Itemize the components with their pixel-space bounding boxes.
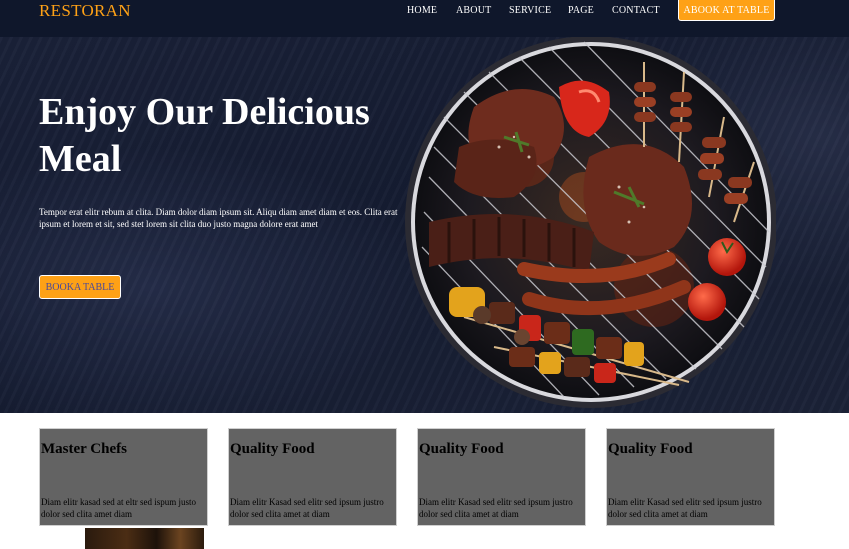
nav-link-contact[interactable]: CONTACT [612,5,660,16]
service-card-text: Diam elitr kasad sed at eltr sed ispum j… [41,497,196,519]
service-card-text: Diam elitr Kasad sed elitr sed ipsum jus… [608,497,762,519]
about-image-partial [85,526,204,549]
grilled-food-image [405,37,776,408]
service-card[interactable]: Quality Food Diam elitr Kasad sed elitr … [606,428,775,526]
service-card-text: Diam elitr Kasad sed elitr sed ipsum jus… [230,497,384,519]
nav-link-home[interactable]: HOME [407,5,437,16]
service-card-title: Quality Food [419,441,504,457]
service-card-title: Quality Food [608,441,693,457]
service-card[interactable]: Quality Food Diam elitr Kasad sed elitr … [228,428,397,526]
hero-section: Enjoy Our Delicious Meal Tempor erat eli… [0,37,849,413]
book-table-hero-button[interactable]: BOOKA TABLE [39,275,121,299]
service-card-title: Quality Food [230,441,315,457]
nav-link-about[interactable]: ABOUT [456,5,491,16]
service-card[interactable]: Quality Food Diam elitr Kasad sed elitr … [417,428,586,526]
service-card-text: Diam elitr Kasad sed elitr sed ipsum jus… [419,497,573,519]
book-table-nav-button[interactable]: ABOOK AT TABLE [678,0,775,21]
navbar: RESTORAN HOME ABOUT SERVICE PAGE CONTACT… [0,0,849,37]
nav-link-service[interactable]: SERVICE [509,5,551,16]
hero-title: Enjoy Our Delicious Meal [39,91,370,180]
service-card-title: Master Chefs [41,441,127,457]
service-card[interactable]: Master Chefs Diam elitr kasad sed at elt… [39,428,208,526]
nav-link-page[interactable]: PAGE [568,5,594,16]
hero-description: Tempor erat elitr rebum at clita. Diam d… [39,207,398,229]
